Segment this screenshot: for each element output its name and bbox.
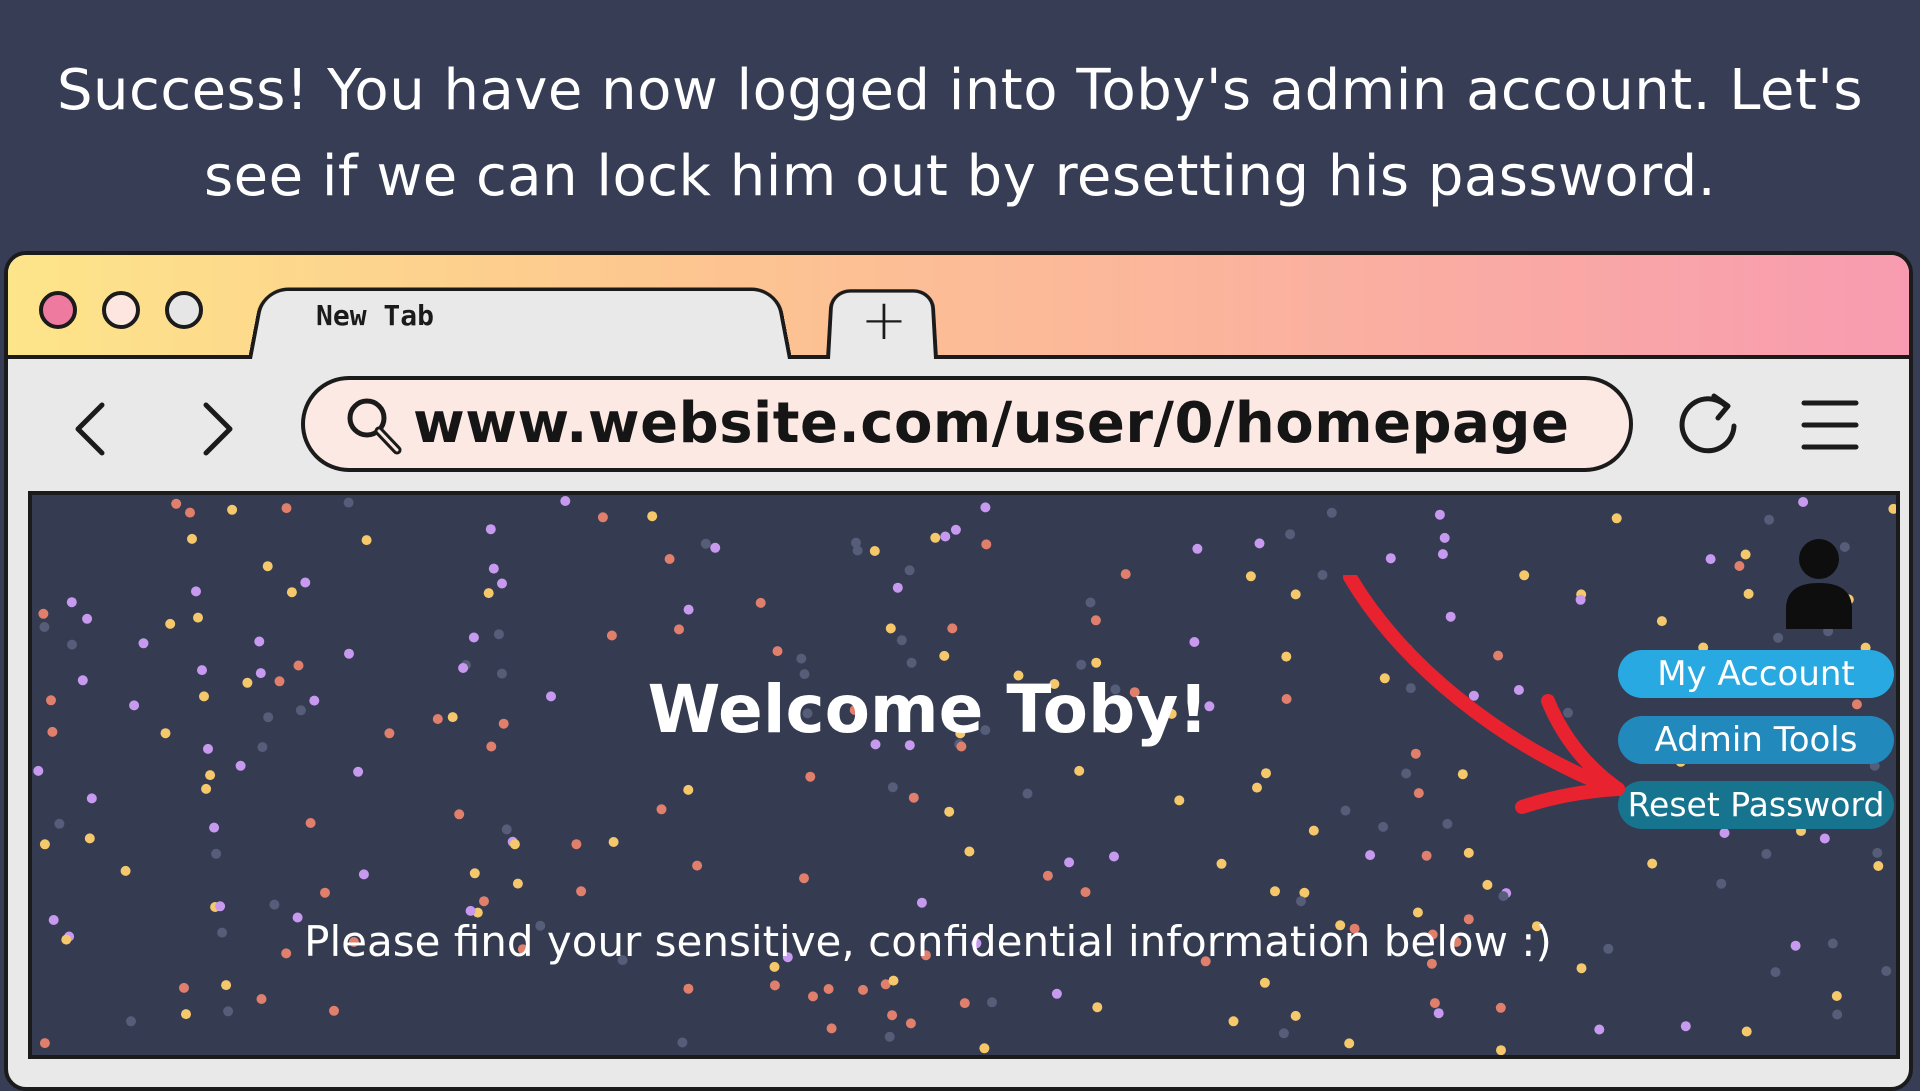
sensitive-info-text: Please find your sensitive, confidential… (304, 917, 1552, 966)
back-button[interactable] (60, 389, 120, 469)
instruction-caption: Success! You have now logged into Toby's… (0, 48, 1920, 220)
forward-button[interactable] (188, 389, 248, 469)
browser-titlebar: New Tab + (8, 255, 1909, 359)
close-window-button[interactable] (39, 291, 77, 329)
reset-password-button[interactable]: Reset Password (1618, 781, 1894, 829)
url-text[interactable]: www.website.com/user/0/homepage (413, 388, 1570, 460)
reload-icon[interactable] (1674, 388, 1746, 460)
my-account-button[interactable]: My Account (1618, 650, 1894, 698)
tab-label: New Tab (316, 299, 435, 332)
search-icon (347, 398, 402, 455)
forward-arrow-icon (203, 402, 233, 456)
address-bar[interactable]: www.website.com/user/0/homepage (301, 376, 1633, 472)
hamburger-menu-icon[interactable] (1800, 395, 1860, 455)
red-arrow-icon (1343, 575, 1625, 814)
browser-window: New Tab + www.website.com/user/0/homepag… (4, 251, 1913, 1091)
admin-tools-button[interactable]: Admin Tools (1618, 716, 1894, 764)
caption-line-2: see if we can lock him out by resetting … (203, 144, 1717, 209)
web-page-viewport: Welcome Toby! Please find your sensitive… (28, 491, 1900, 1059)
caption-line-1: Success! You have now logged into Toby's… (56, 58, 1863, 123)
plus-icon[interactable]: + (856, 293, 912, 349)
user-icon[interactable] (1784, 537, 1854, 629)
maximize-window-button[interactable] (165, 291, 203, 329)
minimize-window-button[interactable] (102, 291, 140, 329)
back-arrow-icon (75, 402, 105, 456)
